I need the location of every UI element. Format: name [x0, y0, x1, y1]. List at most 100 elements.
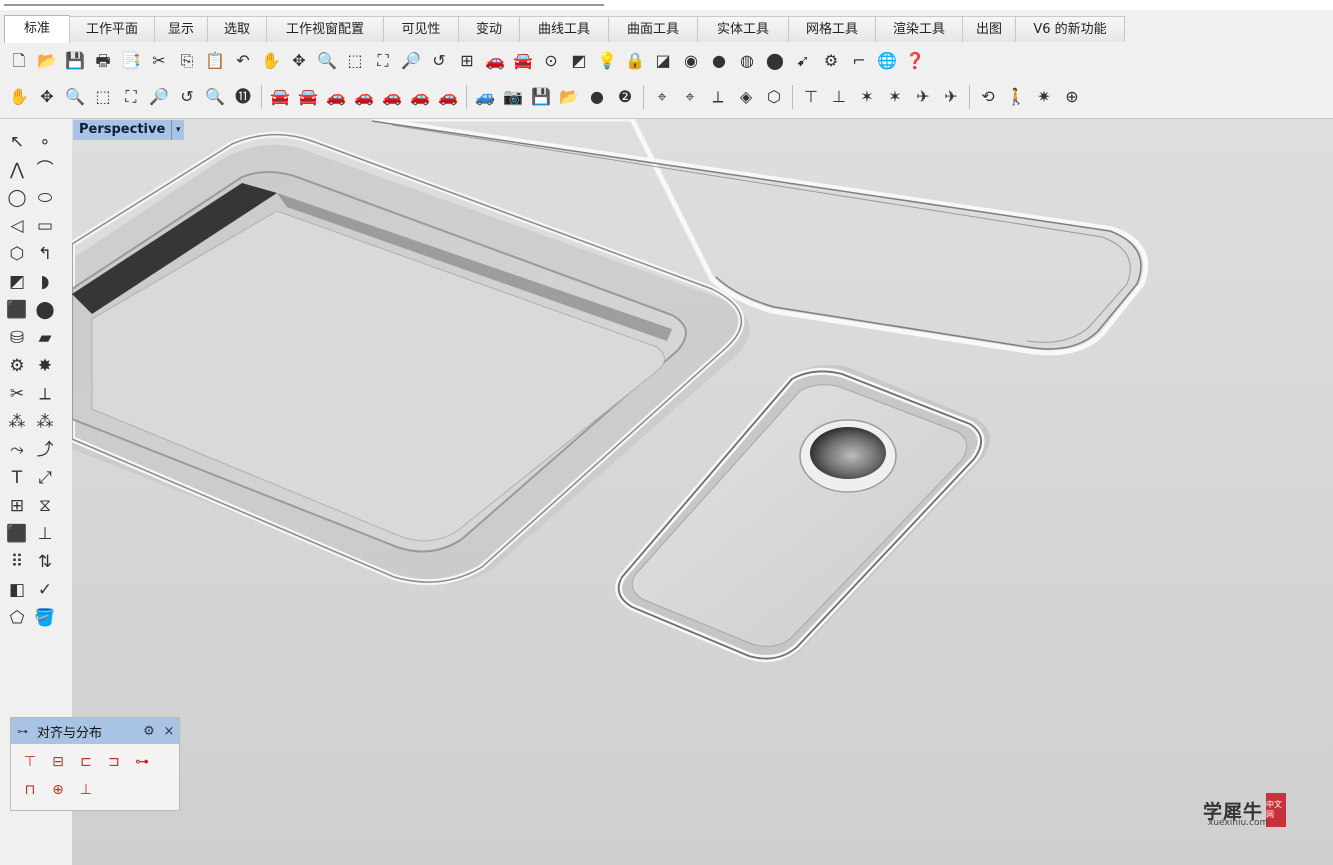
sphere-blue-icon[interactable]: ⬤ — [31, 297, 59, 324]
open-folder-icon[interactable]: 📂 — [34, 48, 60, 74]
align-bottom-button[interactable]: ⊥ — [73, 778, 99, 802]
cube-view-icon[interactable]: ⬡ — [761, 84, 787, 110]
box-edit-icon[interactable]: ⬛ — [3, 521, 31, 548]
distribute-v-button[interactable]: ⊓ — [17, 778, 43, 802]
text-icon[interactable]: T — [3, 465, 31, 492]
chevron-down-icon[interactable]: ▾ — [171, 120, 185, 140]
align-hcenter-button[interactable]: ⊶ — [129, 750, 155, 774]
light-bulb-icon[interactable]: 💡 — [594, 48, 620, 74]
rotate-icon[interactable]: ✥ — [34, 84, 60, 110]
layers-icon[interactable]: ◩ — [566, 48, 592, 74]
restore-view-icon[interactable]: 📂 — [556, 84, 582, 110]
align-left-button[interactable]: ⊏ — [73, 750, 99, 774]
close-icon[interactable]: × — [159, 724, 179, 739]
car-red-perspective-icon[interactable]: 🚗 — [435, 84, 461, 110]
star-alt-icon[interactable]: ✶ — [882, 84, 908, 110]
plane-alt-icon[interactable]: ✈ — [938, 84, 964, 110]
material-icon[interactable]: ◪ — [650, 48, 676, 74]
fillet-icon[interactable]: ⤴ — [31, 437, 59, 464]
curve-icon[interactable]: ⌒ — [31, 157, 59, 184]
render-shapes-icon[interactable]: ⬠ — [3, 605, 31, 632]
gear-options-icon[interactable]: ⚙ — [818, 48, 844, 74]
pointer-tool-icon[interactable]: ➹ — [790, 48, 816, 74]
align-vcenter-button[interactable]: ⊟ — [45, 750, 71, 774]
sphere-render-icon[interactable]: ◍ — [734, 48, 760, 74]
extrude-surface-icon[interactable]: ◗ — [31, 269, 59, 296]
align-right-button[interactable]: ⊐ — [101, 750, 127, 774]
import-icon[interactable]: 📑 — [118, 48, 144, 74]
ungroup-icon[interactable]: ⁂ — [31, 409, 59, 436]
paste-icon[interactable]: 📋 — [202, 48, 228, 74]
zoom-selected-icon[interactable]: 🔎 — [398, 48, 424, 74]
tab-10[interactable]: 网格工具 — [788, 16, 876, 42]
rotate-view-arrow-icon[interactable]: ⟲ — [975, 84, 1001, 110]
car-red-right-icon[interactable]: 🚗 — [407, 84, 433, 110]
undo-view-icon[interactable]: ↺ — [174, 84, 200, 110]
sphere-icon[interactable]: ● — [706, 48, 732, 74]
tab-11[interactable]: 渲染工具 — [875, 16, 963, 42]
four-viewports-icon[interactable]: ⊞ — [454, 48, 480, 74]
set-camera-target-icon[interactable]: ⌖ — [677, 84, 703, 110]
viewport-name[interactable]: Perspective — [73, 120, 172, 140]
tab-1[interactable]: 工作平面 — [69, 16, 155, 42]
panel-grip-icon[interactable]: ⊶ — [17, 725, 37, 738]
copy-icon[interactable]: ⎘ — [174, 48, 200, 74]
sphere-small-icon[interactable]: ● — [584, 84, 610, 110]
save-icon[interactable]: 💾 — [62, 48, 88, 74]
car-red-back-icon[interactable]: 🚘 — [295, 84, 321, 110]
globe-icon[interactable]: 🌐 — [874, 48, 900, 74]
viewport-title[interactable]: Perspective ▾ — [73, 120, 185, 140]
car-red-left-icon[interactable]: 🚗 — [379, 84, 405, 110]
car-red-side-icon[interactable]: 🚗 — [351, 84, 377, 110]
color-wheel-icon[interactable]: ◉ — [678, 48, 704, 74]
rotate-view-icon[interactable]: ✥ — [286, 48, 312, 74]
print-icon[interactable]: 🖶 — [90, 48, 116, 74]
sparkle-icon[interactable]: ✷ — [1031, 84, 1057, 110]
box-icon[interactable]: ⬛ — [3, 297, 31, 324]
two-point-icon[interactable]: ❷ — [612, 84, 638, 110]
target-icon[interactable]: ⌖ — [649, 84, 675, 110]
array-icon[interactable]: ⊞ — [3, 493, 31, 520]
lock-icon[interactable]: 🔒 — [622, 48, 648, 74]
fillet-curve-icon[interactable]: ↰ — [31, 241, 59, 268]
select-arrow-icon[interactable]: ↖ — [3, 129, 31, 156]
car-shaded-icon[interactable]: 🚘 — [510, 48, 536, 74]
help-icon[interactable]: ❓ — [902, 48, 928, 74]
new-file-icon[interactable]: 🗋 — [6, 48, 32, 74]
zoom-icon[interactable]: 🔍 — [314, 48, 340, 74]
undo-icon[interactable]: ↶ — [230, 48, 256, 74]
arc-icon[interactable]: ◁ — [3, 213, 31, 240]
explode-icon[interactable]: ✸ — [31, 353, 59, 380]
align-center-button[interactable]: ⊕ — [45, 778, 71, 802]
tab-0[interactable]: 标准 — [4, 15, 70, 43]
align-top-button[interactable]: ⊤ — [17, 750, 43, 774]
zoom-dynamic-icon[interactable]: 🔍 — [62, 84, 88, 110]
gear-icon[interactable]: ⚙ — [139, 724, 159, 739]
point-icon[interactable]: ∘ — [31, 129, 59, 156]
car-wireframe-icon[interactable]: 🚗 — [482, 48, 508, 74]
surface-corner-icon[interactable]: ◩ — [3, 269, 31, 296]
align-top-icon[interactable]: ⊤ — [798, 84, 824, 110]
save-view-icon[interactable]: 💾 — [528, 84, 554, 110]
zoom-target-icon[interactable]: 🔎 — [146, 84, 172, 110]
zoom-1to1-icon[interactable]: ⓫ — [230, 84, 256, 110]
zoom-window-icon[interactable]: ⬚ — [342, 48, 368, 74]
cplane-icon[interactable]: ⟂ — [705, 84, 731, 110]
rectangle-icon[interactable]: ▭ — [31, 213, 59, 240]
camera-icon[interactable]: 📷 — [500, 84, 526, 110]
check-icon[interactable]: ✓ — [31, 577, 59, 604]
analyze-icon[interactable]: ◧ — [3, 577, 31, 604]
align-mid-icon[interactable]: ⊥ — [826, 84, 852, 110]
blue-sphere-icon[interactable]: ⬤ — [762, 48, 788, 74]
walk-icon[interactable]: 🚶 — [1003, 84, 1029, 110]
pan-hand-icon[interactable]: ✋ — [258, 48, 284, 74]
tab-4[interactable]: 工作视窗配置 — [266, 16, 384, 42]
zoom-window-icon[interactable]: ⬚ — [90, 84, 116, 110]
group-icon[interactable]: ⁂ — [3, 409, 31, 436]
mesh-plane-icon[interactable]: ▰ — [31, 325, 59, 352]
tab-3[interactable]: 选取 — [207, 16, 267, 42]
paint-bucket-icon[interactable]: 🪣 — [31, 605, 59, 632]
offset-icon[interactable]: ⤳ — [3, 437, 31, 464]
undo-view-icon[interactable]: ↺ — [426, 48, 452, 74]
cylinder-icon[interactable]: ⛁ — [3, 325, 31, 352]
